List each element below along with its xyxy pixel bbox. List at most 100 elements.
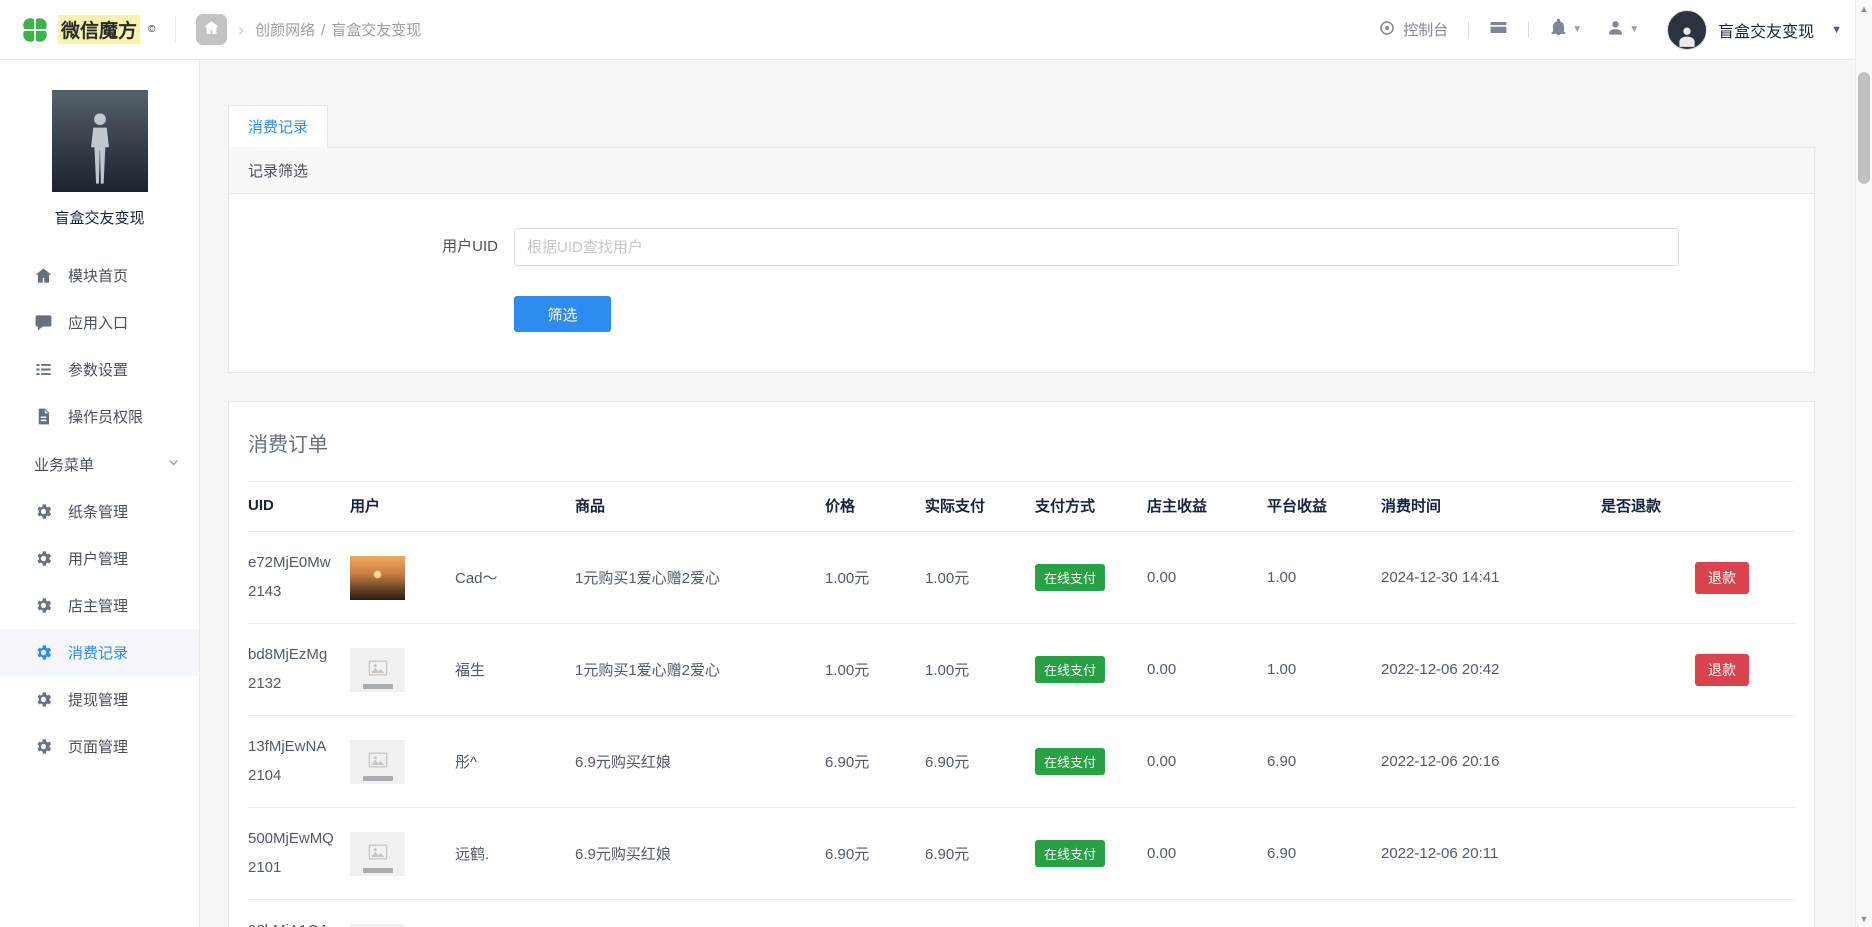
breadcrumb-separator: / (321, 22, 325, 39)
sidebar-nav: 模块首页应用入口参数设置操作员权限 业务菜单 纸条管理用户管理店主管理消费记录提… (0, 252, 199, 770)
order-user-id: 2101 (248, 854, 342, 883)
order-owner-income: 0.00 (1147, 532, 1267, 624)
top-header: 微信魔方© › 创颜网络/盲盒交友变现 控制台 ▼ (0, 0, 1872, 60)
app-window: 微信魔方© › 创颜网络/盲盒交友变现 控制台 ▼ (0, 0, 1872, 927)
column-header: 消费时间 (1381, 482, 1601, 532)
sidebar-item-label: 店主管理 (68, 595, 128, 616)
mountain-icon (367, 841, 389, 867)
order-platform-income: 1.00 (1267, 532, 1381, 624)
billing-button[interactable] (1489, 18, 1508, 41)
chevron-down-icon: ▼ (1572, 24, 1582, 35)
gear-icon (34, 549, 53, 568)
account-avatar (1667, 10, 1707, 50)
app-logo[interactable]: 微信魔方© (20, 15, 155, 45)
person-icon (1606, 18, 1625, 41)
table-row: e72MjE0Mw 2143 Cad～ 1元购买1爱心赠2爱心 1.00元 1.… (248, 532, 1795, 624)
order-actual-paid: 6.90元 (925, 808, 1035, 900)
console-link[interactable]: 控制台 (1378, 19, 1448, 41)
sidebar-item-param-settings[interactable]: 参数设置 (0, 346, 199, 393)
order-product: 6.9元购买红娘 (575, 808, 825, 900)
refund-button[interactable]: 退款 (1695, 562, 1749, 594)
order-product: 1元购买1爱心赠2爱心 (575, 624, 825, 716)
account-name: 盲盒交友变现 (1718, 18, 1814, 42)
filter-submit-button[interactable]: 筛选 (514, 296, 611, 332)
pay-method-badge: 在线支付 (1035, 748, 1105, 775)
sidebar-item-label: 纸条管理 (68, 501, 128, 522)
placeholder-caption (363, 684, 393, 689)
sidebar-item-consumption-records[interactable]: 消费记录 (0, 629, 199, 676)
sidebar: 盲盒交友变现 模块首页应用入口参数设置操作员权限 业务菜单 纸条管理用户管理店主… (0, 60, 200, 927)
breadcrumb-item-current: 盲盒交友变现 (331, 22, 421, 39)
scrollbar-thumb[interactable] (1858, 72, 1870, 184)
notifications-button[interactable]: ▼ (1549, 18, 1582, 41)
sidebar-item-label: 应用入口 (68, 312, 128, 333)
target-icon (1378, 19, 1396, 41)
order-actual-paid: 1.00元 (925, 532, 1035, 624)
user-name: 福生 (455, 659, 485, 680)
order-time: 2024-12-30 14:41 (1381, 532, 1601, 624)
order-platform-income: 1.00 (1267, 900, 1381, 927)
uid-search-input[interactable] (514, 228, 1679, 266)
order-price: 6.90元 (825, 716, 925, 808)
tab-consumption-records[interactable]: 消费记录 (228, 105, 328, 148)
order-time: 2022-12-06 19:43 (1381, 900, 1601, 927)
bell-icon (1549, 18, 1568, 41)
console-label: 控制台 (1403, 19, 1448, 40)
order-platform-income: 6.90 (1267, 716, 1381, 808)
orders-panel-title: 消费订单 (248, 428, 1795, 457)
order-price: 6.90元 (825, 808, 925, 900)
orders-table: UID用户商品价格实际支付支付方式店主收益平台收益消费时间是否退款 e72MjE… (248, 481, 1795, 927)
chevron-down-icon (166, 455, 181, 474)
sidebar-group-business-menu[interactable]: 业务菜单 (0, 440, 199, 488)
sidebar-item-label: 页面管理 (68, 736, 128, 757)
column-header: 价格 (825, 482, 925, 532)
user-avatar (350, 740, 405, 784)
order-uid: bd8MjEzMg (248, 641, 342, 670)
topbar-actions: 控制台 ▼ ▼ 盲盒交友变现 ▼ (1378, 10, 1842, 50)
table-header-row: UID用户商品价格实际支付支付方式店主收益平台收益消费时间是否退款 (248, 482, 1795, 532)
order-user-id: 2143 (248, 578, 342, 607)
order-time: 2022-12-06 20:16 (1381, 716, 1601, 808)
sidebar-item-page-management[interactable]: 页面管理 (0, 723, 199, 770)
card-icon (1489, 18, 1508, 41)
user-name: 彤^ (455, 751, 477, 772)
logo-mark: © (148, 24, 155, 35)
sidebar-item-module-home[interactable]: 模块首页 (0, 252, 199, 299)
pay-method-badge: 在线支付 (1035, 656, 1105, 683)
sidebar-item-user-management[interactable]: 用户管理 (0, 535, 199, 582)
order-owner-income: 0.00 (1147, 900, 1267, 927)
uid-label: 用户UID (229, 228, 514, 266)
sidebar-item-app-entry[interactable]: 应用入口 (0, 299, 199, 346)
user-menu-button[interactable]: ▼ (1606, 18, 1639, 41)
order-user-id: 2132 (248, 670, 342, 699)
account-menu[interactable]: 盲盒交友变现 ▼ (1667, 10, 1842, 50)
filter-panel-title: 记录筛选 (229, 148, 1814, 194)
gear-icon (34, 737, 53, 756)
column-header: 支付方式 (1035, 482, 1147, 532)
divider (1468, 21, 1469, 38)
table-row: 13fMjEwNA 2104 彤^ 6.9元购买红娘 6.90元 6.90元 在… (248, 716, 1795, 808)
column-header: 商品 (575, 482, 825, 532)
sidebar-item-withdrawal-management[interactable]: 提现管理 (0, 676, 199, 723)
divider (1528, 21, 1529, 38)
scroll-up-arrow-icon[interactable]: ▲ (1856, 0, 1872, 17)
placeholder-caption (363, 776, 393, 781)
scroll-down-arrow-icon[interactable]: ▼ (1856, 910, 1872, 927)
sidebar-item-note-management[interactable]: 纸条管理 (0, 488, 199, 535)
breadcrumb-home-button[interactable] (196, 14, 227, 45)
user-avatar (350, 648, 405, 692)
sidebar-item-shop-owner-management[interactable]: 店主管理 (0, 582, 199, 629)
table-row: bd8MjEzMg 2132 福生 1元购买1爱心赠2爱心 1.00元 1.00… (248, 624, 1795, 716)
divider (175, 17, 176, 43)
order-platform-income: 1.00 (1267, 624, 1381, 716)
placeholder-caption (363, 868, 393, 873)
refund-button[interactable]: 退款 (1695, 654, 1749, 686)
breadcrumb-item-network[interactable]: 创颜网络 (255, 22, 315, 39)
order-actual-paid: 1.00元 (925, 624, 1035, 716)
order-owner-income: 0.00 (1147, 808, 1267, 900)
sidebar-item-operator-permissions[interactable]: 操作员权限 (0, 393, 199, 440)
order-price: 1.00元 (825, 532, 925, 624)
order-platform-income: 6.90 (1267, 808, 1381, 900)
vertical-scrollbar[interactable]: ▲ ▼ (1855, 0, 1872, 927)
profile-photo (52, 90, 148, 192)
